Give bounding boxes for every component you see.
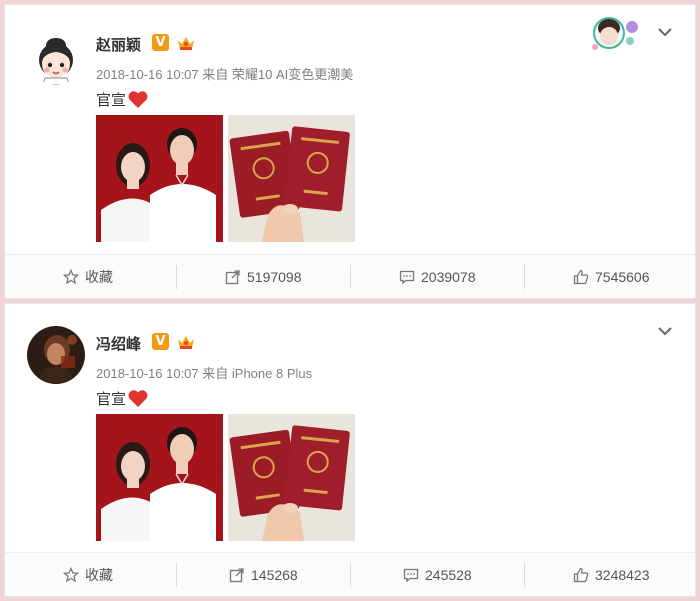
repost-icon	[225, 270, 240, 285]
action-divider	[350, 563, 351, 587]
favorite-button[interactable]: 收藏	[63, 255, 113, 299]
action-divider	[524, 265, 525, 289]
repost-count: 145268	[251, 567, 298, 583]
weibo-post: 冯绍峰 V 2018-10-16 10:07 来自 iPhone 8 Plus …	[4, 303, 696, 597]
comment-icon	[399, 270, 415, 285]
like-button[interactable]: 7545606	[573, 255, 650, 299]
timestamp[interactable]: 2018-10-16 10:07	[96, 67, 199, 82]
post-image-couple[interactable]	[96, 115, 223, 242]
post-meta: 2018-10-16 10:07 来自 iPhone 8 Plus	[96, 363, 312, 382]
username[interactable]: 赵丽颖	[96, 34, 141, 55]
action-divider	[524, 563, 525, 587]
post-image-marriage-certificates[interactable]	[228, 115, 355, 242]
post-source: 来自 iPhone 8 Plus	[202, 366, 313, 381]
comment-count: 2039078	[421, 269, 476, 285]
username[interactable]: 冯绍峰	[96, 333, 141, 354]
comment-icon	[403, 568, 419, 583]
action-divider	[176, 265, 177, 289]
thumbs-up-icon	[573, 269, 589, 285]
action-divider	[350, 265, 351, 289]
post-action-bar: 收藏 145268 245528 3248423	[5, 552, 695, 596]
comment-button[interactable]: 2039078	[399, 255, 476, 299]
member-crown-icon	[176, 35, 196, 51]
repost-button[interactable]: 145268	[229, 553, 298, 597]
post-meta: 2018-10-16 10:07 来自 荣耀10 AI变色更潮美	[96, 64, 353, 83]
post-image-couple[interactable]	[96, 414, 223, 541]
like-button[interactable]: 3248423	[573, 553, 650, 597]
user-avatar[interactable]	[27, 326, 85, 384]
chevron-down-icon[interactable]	[657, 25, 673, 39]
repost-count: 5197098	[247, 269, 302, 285]
post-text: 官宣	[96, 89, 149, 110]
post-source: 来自 荣耀10 AI变色更潮美	[202, 67, 354, 82]
action-divider	[176, 563, 177, 587]
comment-button[interactable]: 245528	[403, 553, 472, 597]
chevron-down-icon[interactable]	[657, 324, 673, 338]
repost-icon	[229, 568, 244, 583]
weibo-post: 赵丽颖 V 2018-10-16 10:07 来自 荣耀10 AI变色更潮美 官…	[4, 4, 696, 299]
post-text-content: 官宣	[96, 391, 127, 408]
favorite-button[interactable]: 收藏	[63, 553, 113, 597]
heart-emoji-icon	[128, 91, 148, 108]
thumbs-up-icon	[573, 567, 589, 583]
post-image-marriage-certificates[interactable]	[228, 414, 355, 541]
post-action-bar: 收藏 5197098 2039078 7545606	[5, 254, 695, 298]
star-icon	[63, 567, 79, 583]
user-avatar[interactable]	[27, 27, 85, 85]
verified-badge: V	[152, 333, 169, 350]
heart-emoji-icon	[128, 390, 148, 407]
timestamp[interactable]: 2018-10-16 10:07	[96, 366, 199, 381]
like-count: 7545606	[595, 269, 650, 285]
favorite-label: 收藏	[85, 567, 113, 583]
verified-badge: V	[152, 34, 169, 51]
like-count: 3248423	[595, 567, 650, 583]
comment-count: 245528	[425, 567, 472, 583]
repost-button[interactable]: 5197098	[225, 255, 302, 299]
star-icon	[63, 269, 79, 285]
member-crown-icon	[176, 334, 196, 350]
avatar-pendant-sticker	[589, 11, 641, 53]
favorite-label: 收藏	[85, 269, 113, 285]
post-text: 官宣	[96, 388, 149, 409]
post-text-content: 官宣	[96, 92, 127, 109]
